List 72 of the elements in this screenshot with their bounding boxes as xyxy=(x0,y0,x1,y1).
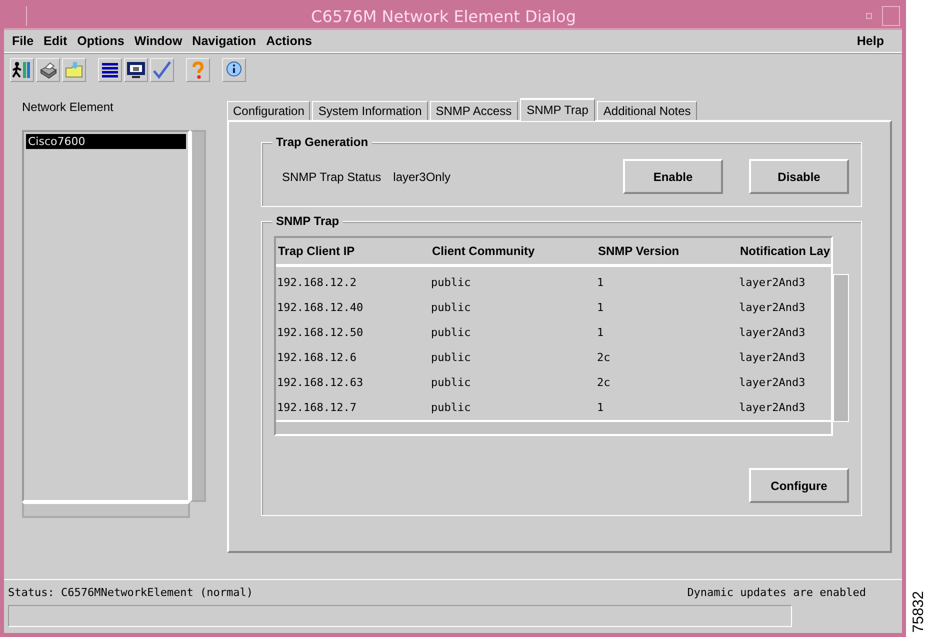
horizontal-scrollbar[interactable] xyxy=(22,502,190,518)
configure-button[interactable]: Configure xyxy=(749,468,849,503)
info-button[interactable] xyxy=(222,58,246,82)
table-cell-text: layer2And3 xyxy=(738,326,806,339)
field-label: SNMP Trap Status xyxy=(282,170,382,184)
menu-item[interactable]: Window xyxy=(134,34,182,48)
checkmark-button[interactable] xyxy=(150,58,174,82)
element-list[interactable]: Cisco7600 xyxy=(22,130,190,502)
updates-text: Dynamic updates are enabled xyxy=(687,586,866,599)
action-button[interactable]: Enable xyxy=(623,159,723,194)
tab[interactable]: System Information xyxy=(312,101,428,120)
panel-label: Network Element xyxy=(22,100,114,114)
tab[interactable]: SNMP Trap xyxy=(520,98,596,121)
list-button[interactable] xyxy=(98,58,122,82)
column-header[interactable]: Trap Client IP xyxy=(276,244,430,258)
table-cell-text: 1 xyxy=(596,276,605,289)
tab[interactable]: Additional Notes xyxy=(597,101,697,120)
table-cell-text: layer2And3 xyxy=(738,276,806,289)
table-cell-text: layer2And3 xyxy=(738,376,806,389)
exit-button[interactable] xyxy=(10,58,34,82)
table-cell-text: 192.168.12.40 xyxy=(276,301,364,314)
monitor-icon xyxy=(126,60,146,80)
vertical-scrollbar[interactable] xyxy=(190,130,206,502)
table-cell-text: 1 xyxy=(596,401,605,414)
field-value: layer3Only xyxy=(393,170,451,184)
menu-item[interactable]: File xyxy=(12,34,34,48)
column-header[interactable]: Client Community xyxy=(430,244,596,258)
table-cell-text: 192.168.12.50 xyxy=(276,326,364,339)
menu-item[interactable]: Navigation xyxy=(192,34,256,48)
tab[interactable]: Configuration xyxy=(227,101,310,120)
table-cell-text: public xyxy=(430,401,472,414)
table-cell-text: public xyxy=(430,351,472,364)
status-text: Status: C6576MNetworkElement (normal) xyxy=(8,586,254,599)
printer-icon xyxy=(38,60,58,80)
table-cell-text: 2c xyxy=(596,376,612,389)
table-cell-text: layer2And3 xyxy=(738,351,806,364)
table-cell-text: 192.168.12.63 xyxy=(276,376,364,389)
monitor-button[interactable] xyxy=(124,58,148,82)
help-button[interactable] xyxy=(186,58,210,82)
window-title: C6576M Network Element Dialog xyxy=(310,6,577,26)
menu-item[interactable]: Edit xyxy=(44,34,68,48)
list-icon xyxy=(100,60,120,80)
horizontal-scrollbar[interactable] xyxy=(276,420,831,434)
help-menu[interactable]: Help xyxy=(856,34,884,48)
tab[interactable]: SNMP Access xyxy=(430,101,518,120)
table-cell-text: public xyxy=(430,326,472,339)
table-cell-text: 192.168.12.7 xyxy=(276,401,358,414)
table-cell-text: 192.168.12.2 xyxy=(276,276,358,289)
maximize-button[interactable] xyxy=(882,6,900,26)
minimize-button[interactable] xyxy=(866,13,872,19)
table-cell-text: public xyxy=(430,276,472,289)
column-header[interactable]: Notification Lay xyxy=(738,244,831,258)
folder-icon xyxy=(64,60,84,80)
table-cell-text: public xyxy=(430,376,472,389)
printer-button[interactable] xyxy=(36,58,60,82)
column-header[interactable]: SNMP Version xyxy=(596,244,738,258)
checkmark-icon xyxy=(152,60,172,80)
table-cell-text: public xyxy=(430,301,472,314)
figure-number: 75832 xyxy=(910,591,926,633)
group-title: SNMP Trap xyxy=(272,214,344,228)
list-item[interactable]: Cisco7600 xyxy=(26,134,186,149)
exit-icon xyxy=(12,60,32,80)
table-cell-text: layer2And3 xyxy=(738,401,806,414)
action-button[interactable]: Disable xyxy=(749,159,849,194)
table-cell-text: 1 xyxy=(596,326,605,339)
group-title: Trap Generation xyxy=(272,135,372,149)
table-cell-text: 192.168.12.6 xyxy=(276,351,358,364)
menu-item[interactable]: Actions xyxy=(266,34,312,48)
table-cell-text: layer2And3 xyxy=(738,301,806,314)
table-cell-text: 1 xyxy=(596,301,605,314)
menu-item[interactable]: Options xyxy=(77,34,124,48)
table-cell-text: 2c xyxy=(596,351,612,364)
